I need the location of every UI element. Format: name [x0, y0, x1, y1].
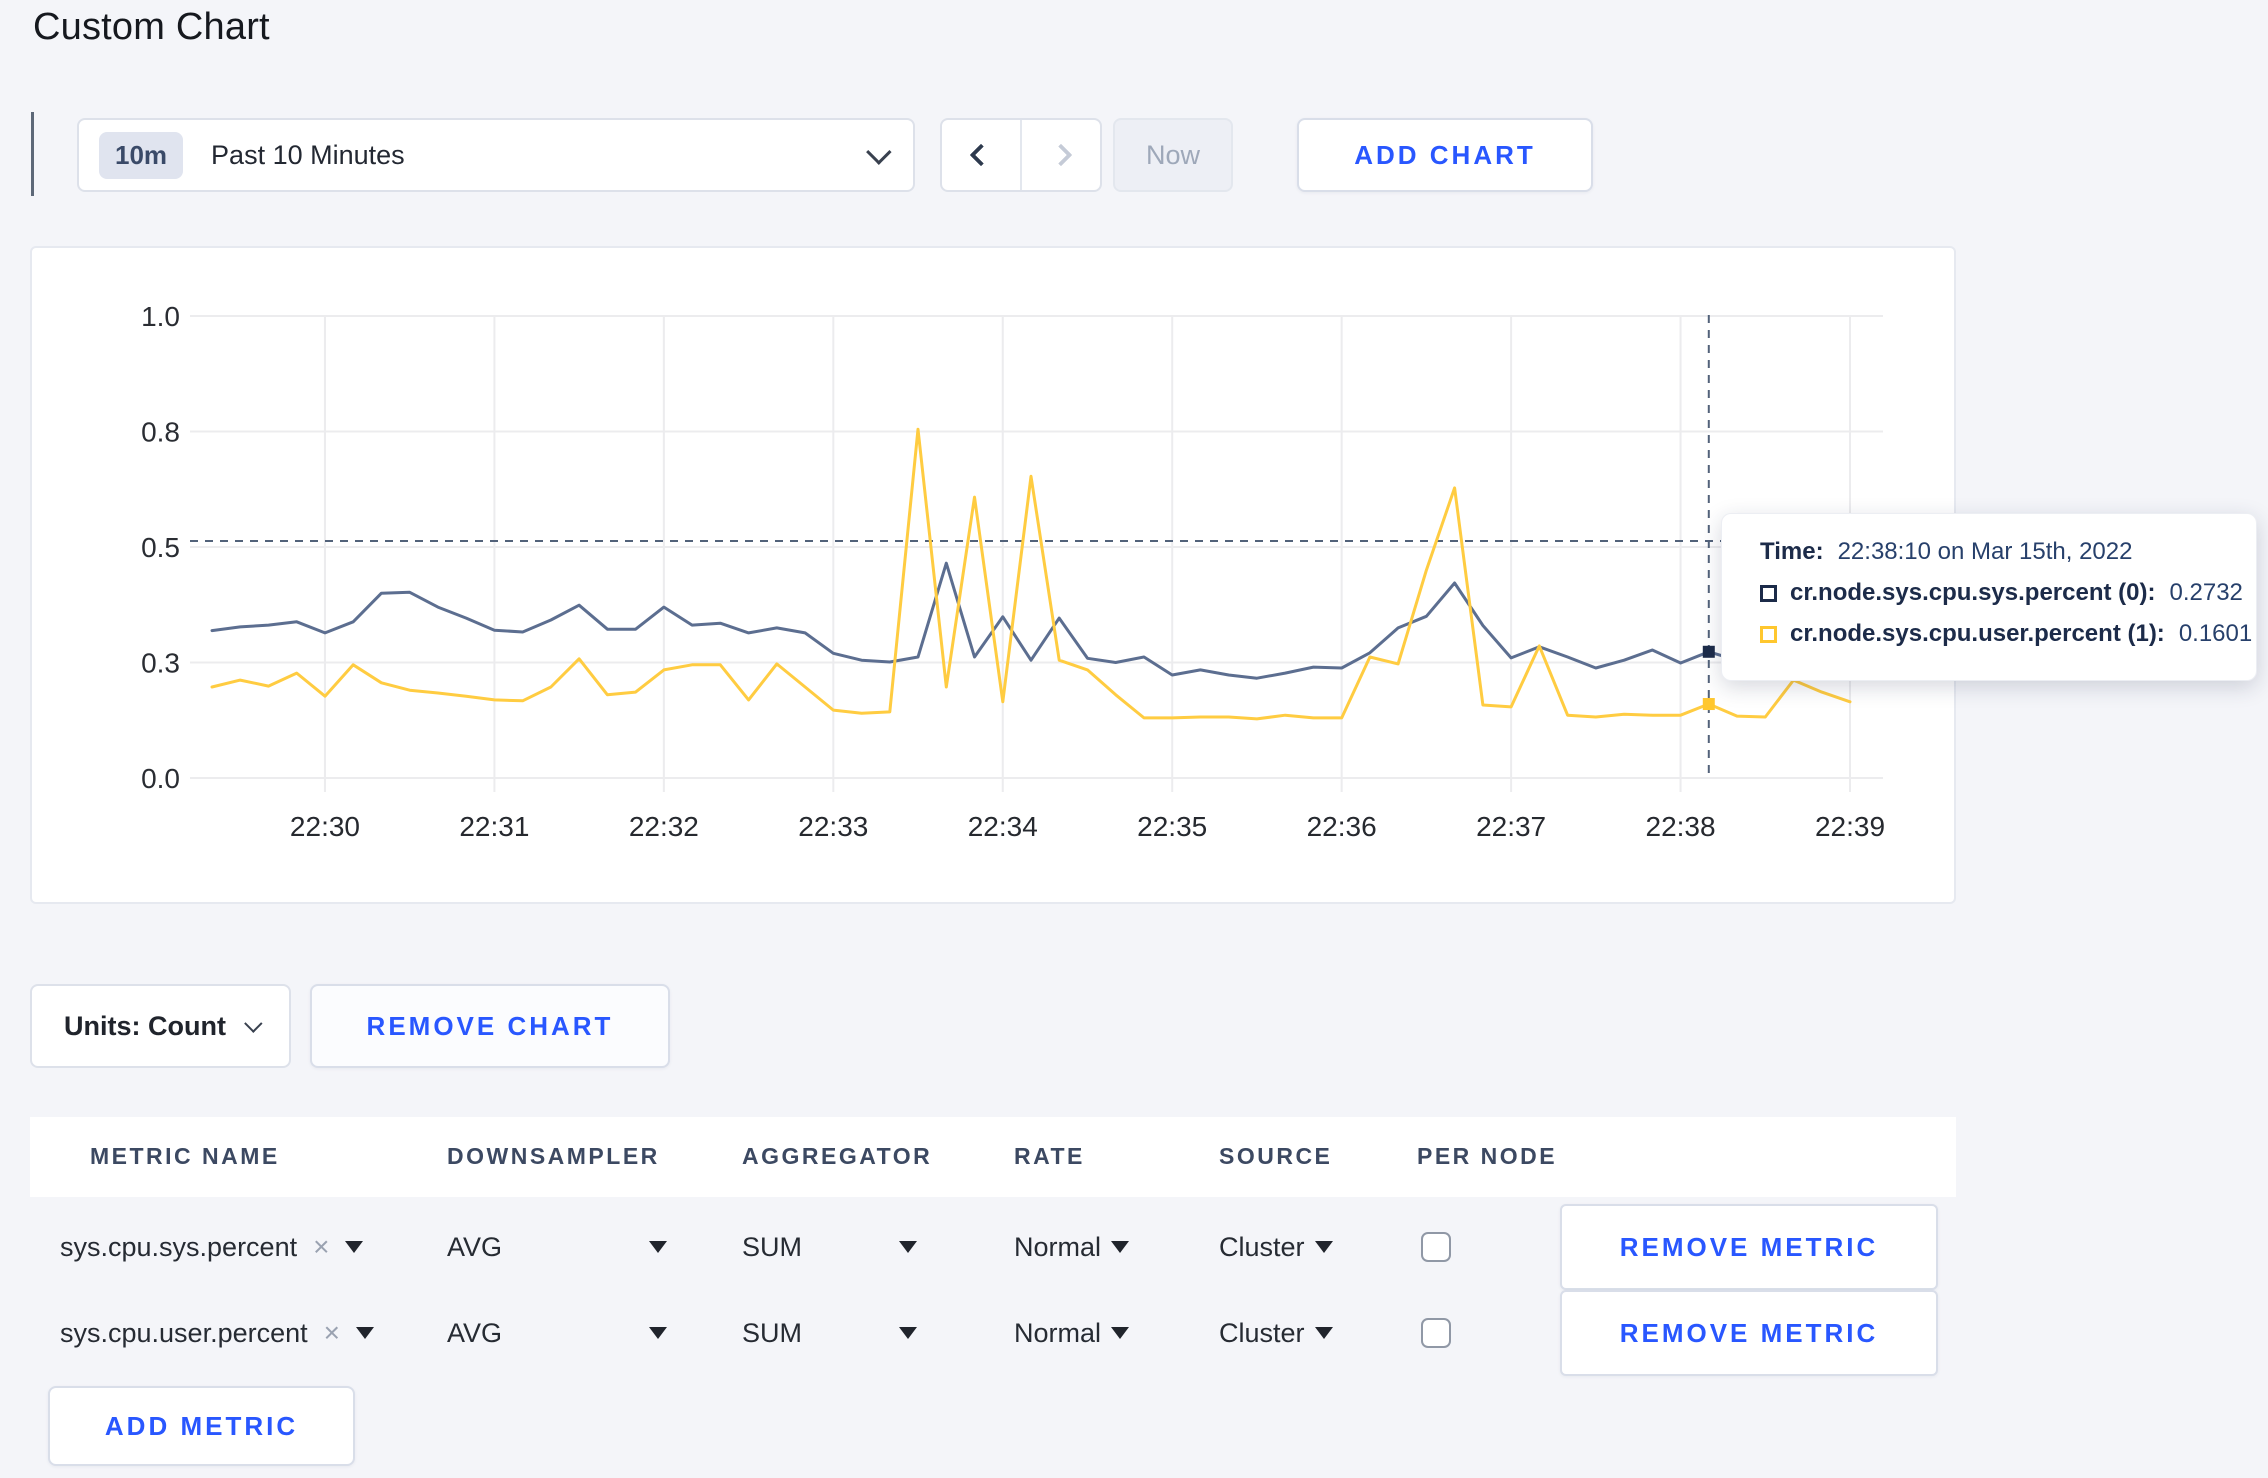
col-header-per-node: PER NODE	[1417, 1143, 1558, 1169]
source-select[interactable]: Cluster	[1219, 1290, 1333, 1376]
rate-value: Normal	[1014, 1317, 1102, 1348]
metric-name-value: sys.cpu.user.percent	[60, 1317, 308, 1348]
downsampler-select[interactable]: AVG	[447, 1290, 667, 1376]
page-title: Custom Chart	[33, 6, 270, 48]
tooltip-series-row: cr.node.sys.cpu.user.percent (1): 0.1601	[1760, 620, 2256, 648]
chevron-left-icon	[969, 143, 993, 167]
per-node-checkbox[interactable]	[1421, 1232, 1451, 1262]
remove-metric-button[interactable]: REMOVE METRIC	[1560, 1204, 1938, 1290]
rate-select[interactable]: Normal	[1014, 1290, 1130, 1376]
series-line-1	[210, 427, 1852, 721]
x-tick-label: 22:38	[1646, 811, 1716, 842]
source-value: Cluster	[1219, 1317, 1305, 1348]
dropdown-arrow-icon	[899, 1241, 917, 1253]
source-value: Cluster	[1219, 1231, 1305, 1262]
tooltip-sys-label: cr.node.sys.cpu.sys.percent (0):	[1790, 579, 2156, 606]
tooltip-time-row: Time: 22:38:10 on Mar 15th, 2022	[1760, 538, 2256, 566]
units-label: Units: Count	[64, 1010, 226, 1041]
dropdown-arrow-icon	[1314, 1241, 1333, 1253]
col-header-metric-name: METRIC NAME	[90, 1143, 280, 1169]
add-metric-button[interactable]: ADD METRIC	[48, 1386, 355, 1466]
chevron-down-icon	[244, 1013, 263, 1033]
dropdown-arrow-icon	[356, 1327, 374, 1339]
add-chart-button[interactable]: ADD CHART	[1297, 118, 1593, 192]
x-tick-label: 22:35	[1137, 811, 1207, 842]
dropdown-arrow-icon	[649, 1327, 667, 1339]
x-tick-label: 22:37	[1476, 811, 1546, 842]
downsampler-value: AVG	[447, 1231, 503, 1262]
aggregator-value: SUM	[742, 1231, 802, 1262]
tooltip-series-row: cr.node.sys.cpu.sys.percent (0): 0.2732	[1760, 579, 2256, 607]
dropdown-arrow-icon	[1111, 1327, 1130, 1339]
dropdown-arrow-icon	[899, 1327, 917, 1339]
y-tick-label: 0.8	[141, 417, 180, 448]
y-tick-label: 1.0	[141, 301, 180, 332]
table-row: sys.cpu.user.percent × AVG SUM Normal Cl…	[30, 1290, 1956, 1376]
rate-select[interactable]: Normal	[1014, 1204, 1130, 1290]
series-line-0	[210, 561, 1852, 680]
source-select[interactable]: Cluster	[1219, 1204, 1333, 1290]
col-header-aggregator: AGGREGATOR	[742, 1143, 933, 1169]
remove-chart-button[interactable]: REMOVE CHART	[310, 984, 670, 1068]
tooltip-time-label: Time:	[1760, 538, 1824, 565]
time-step-group	[940, 118, 1102, 192]
tooltip-sys-value: 0.2732	[2169, 579, 2243, 606]
toolbar-divider	[31, 112, 34, 196]
metric-name-value: sys.cpu.sys.percent	[60, 1231, 298, 1262]
tooltip-time-value: 22:38:10 on Mar 15th, 2022	[1837, 538, 2133, 565]
tooltip-user-value: 0.1601	[2178, 620, 2253, 647]
x-tick-label: 22:36	[1307, 811, 1377, 842]
dropdown-arrow-icon	[1314, 1327, 1333, 1339]
table-row: sys.cpu.sys.percent × AVG SUM Normal Clu…	[30, 1204, 1956, 1290]
aggregator-select[interactable]: SUM	[742, 1204, 917, 1290]
downsampler-value: AVG	[447, 1317, 503, 1348]
metric-name-select[interactable]: sys.cpu.sys.percent ×	[60, 1204, 364, 1290]
dropdown-arrow-icon	[1111, 1241, 1130, 1253]
cpu-usage-chart[interactable]: 0.0 0.3 0.5 0.8 1.0 22:30 22:31 22:32 22:33 22:34…	[30, 246, 1956, 904]
remove-icon[interactable]: ×	[313, 1231, 329, 1263]
tooltip-user-label: cr.node.sys.cpu.user.percent (1):	[1790, 620, 2165, 647]
user-percent-swatch-icon	[1760, 625, 1777, 643]
aggregator-value: SUM	[742, 1317, 802, 1348]
time-range-badge: 10m	[99, 131, 184, 179]
prev-time-button[interactable]	[942, 120, 1020, 190]
chart-svg: 0.0 0.3 0.5 0.8 1.0 22:30 22:31 22:32 22:33 22:34…	[141, 301, 1885, 842]
col-header-source: SOURCE	[1219, 1143, 1333, 1169]
time-range-label: Past 10 Minutes	[211, 139, 405, 170]
dropdown-arrow-icon	[345, 1241, 364, 1253]
dropdown-arrow-icon	[649, 1241, 667, 1253]
hover-point-0	[1702, 645, 1715, 658]
units-select[interactable]: Units: Count	[30, 984, 291, 1068]
next-time-button[interactable]	[1020, 120, 1100, 190]
time-range-select[interactable]: 10m Past 10 Minutes	[77, 118, 915, 192]
y-tick-label: 0.5	[141, 532, 180, 563]
rate-value: Normal	[1014, 1231, 1102, 1262]
col-header-rate: RATE	[1014, 1143, 1085, 1169]
x-tick-label: 22:32	[629, 811, 699, 842]
hover-point-1	[1702, 698, 1715, 711]
remove-metric-button[interactable]: REMOVE METRIC	[1560, 1290, 1938, 1376]
remove-icon[interactable]: ×	[324, 1317, 340, 1349]
aggregator-select[interactable]: SUM	[742, 1290, 917, 1376]
sys-percent-swatch-icon	[1760, 584, 1777, 602]
metric-name-select[interactable]: sys.cpu.user.percent ×	[60, 1290, 374, 1376]
downsampler-select[interactable]: AVG	[447, 1204, 667, 1290]
x-tick-label: 22:31	[459, 811, 529, 842]
x-tick-label: 22:30	[290, 811, 360, 842]
now-button[interactable]: Now	[1113, 118, 1233, 192]
y-tick-label: 0.3	[141, 648, 180, 679]
chevron-right-icon	[1049, 143, 1073, 167]
metrics-table-header: METRIC NAME DOWNSAMPLER AGGREGATOR RATE …	[30, 1117, 1956, 1197]
chevron-down-icon	[866, 139, 892, 165]
x-tick-label: 22:34	[968, 811, 1038, 842]
x-tick-label: 22:39	[1815, 811, 1885, 842]
x-tick-label: 22:33	[798, 811, 868, 842]
y-tick-label: 0.0	[141, 763, 180, 794]
per-node-checkbox[interactable]	[1421, 1318, 1451, 1348]
col-header-downsampler: DOWNSAMPLER	[447, 1143, 660, 1169]
chart-tooltip: Time: 22:38:10 on Mar 15th, 2022 cr.node…	[1721, 513, 2257, 681]
